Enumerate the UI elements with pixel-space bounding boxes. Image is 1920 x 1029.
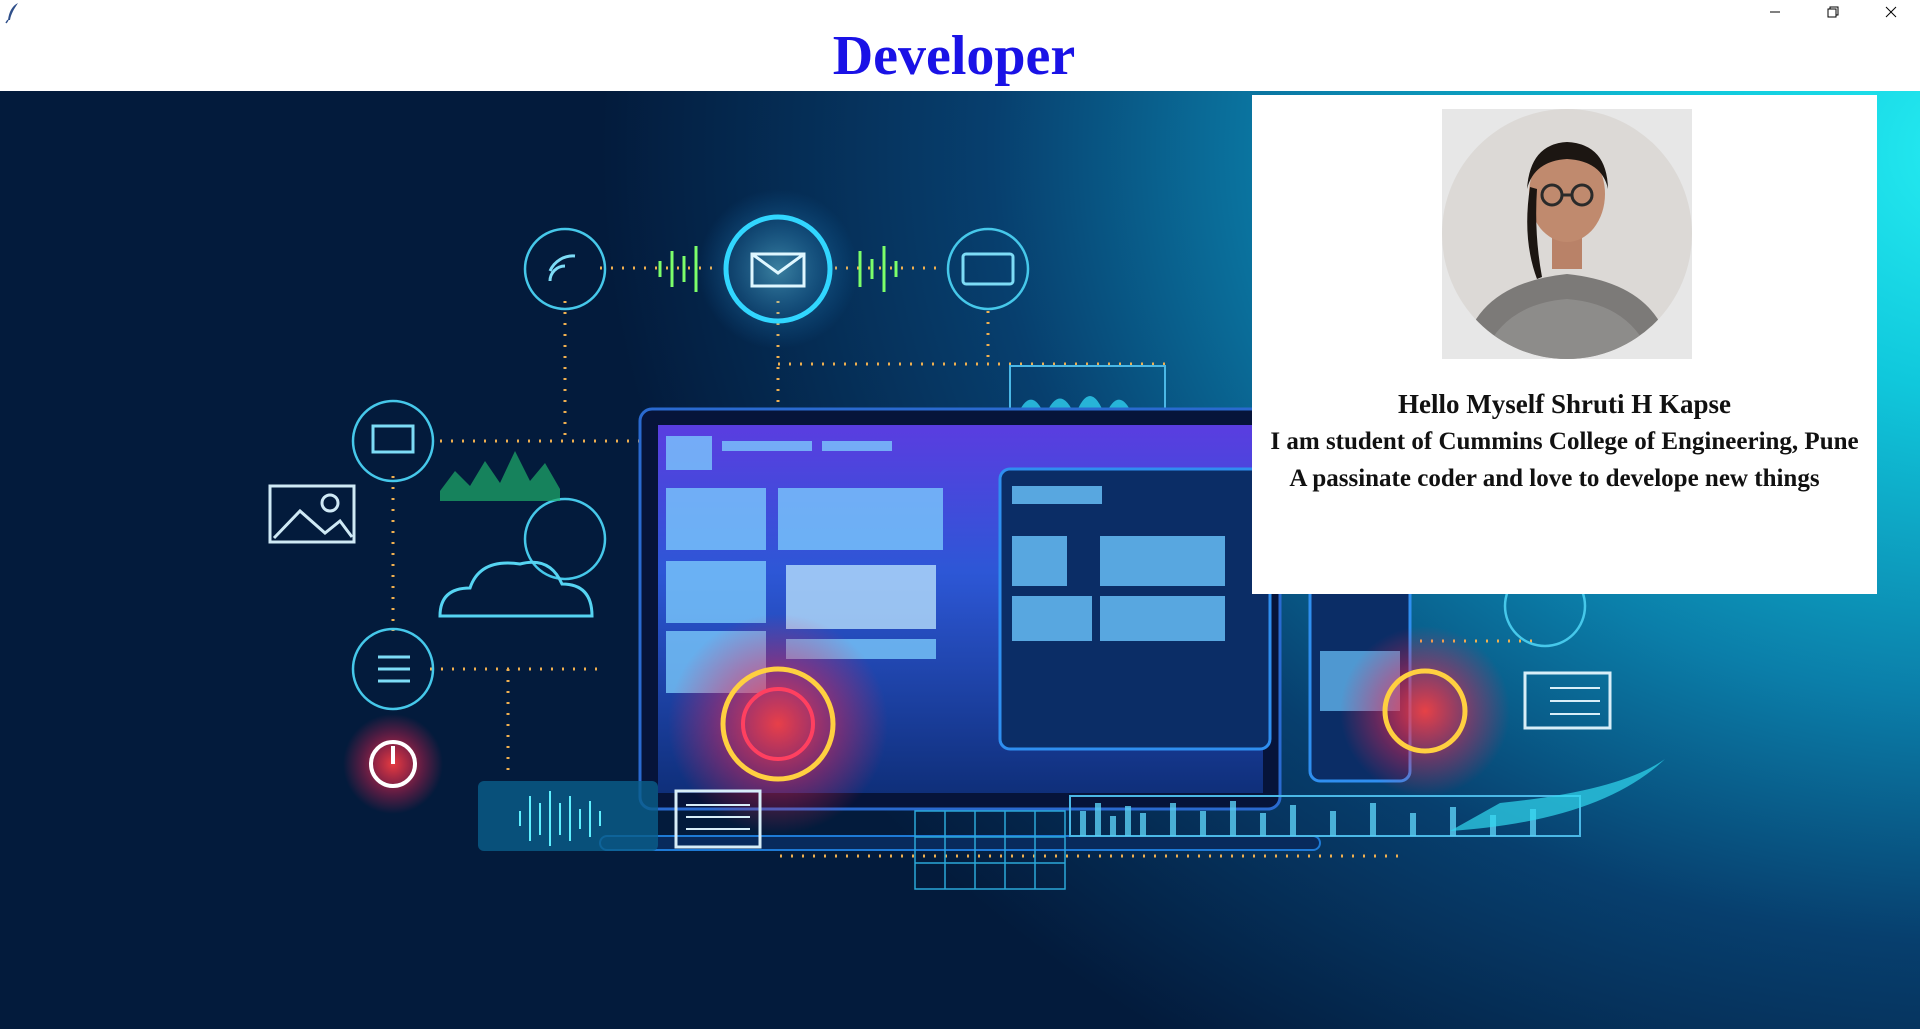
restore-icon: [1827, 5, 1839, 23]
page-title: Developer: [832, 25, 1076, 87]
profile-photo: [1442, 109, 1692, 359]
close-icon: [1885, 5, 1897, 23]
college-text: I am student of Cummins College of Engin…: [1270, 428, 1859, 455]
profile-card: Hello Myself Shruti H Kapse I am student…: [1252, 95, 1877, 594]
feather-icon: [4, 2, 22, 24]
tagline-text: A passinate coder and love to develope n…: [1289, 465, 1820, 492]
minimize-icon: [1769, 5, 1781, 23]
profile-text: Hello Myself Shruti H Kapse I am student…: [1252, 385, 1877, 497]
title-bar: Developer: [0, 0, 1920, 90]
greeting-text: Hello Myself Shruti H Kapse: [1398, 389, 1731, 419]
